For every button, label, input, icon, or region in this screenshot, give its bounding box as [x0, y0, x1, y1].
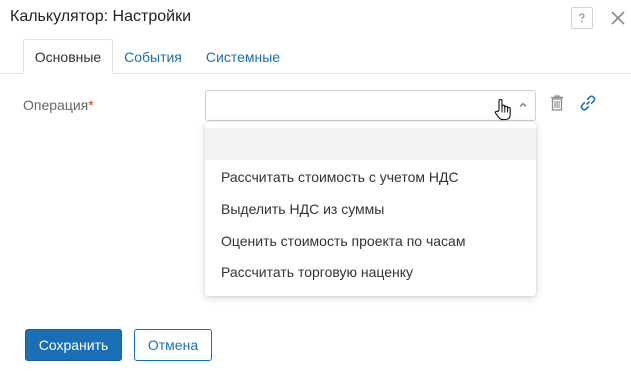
tab-bar: Основные События Системные [0, 39, 631, 74]
operation-label-text: Операция [23, 97, 89, 113]
save-button[interactable]: Сохранить [25, 329, 122, 361]
operation-select[interactable] [205, 90, 536, 121]
close-button[interactable] [606, 6, 630, 30]
tab-events[interactable]: События [117, 39, 189, 74]
dropdown-option[interactable]: Рассчитать торговую наценку [205, 256, 536, 288]
chevron-up-icon [519, 102, 527, 107]
settings-dialog: Калькулятор: Настройки Основные События … [0, 0, 631, 373]
dropdown-option-empty[interactable] [205, 128, 536, 160]
help-icon [579, 13, 585, 23]
cancel-button[interactable]: Отмена [134, 329, 212, 361]
link-icon [580, 95, 596, 111]
dropdown-option[interactable]: Рассчитать стоимость с учетом НДС [205, 161, 536, 193]
dropdown-option[interactable]: Оценить стоимость проекта по часам [205, 225, 536, 257]
trash-icon [551, 95, 563, 111]
tab-main[interactable]: Основные [23, 39, 113, 74]
hand-cursor-icon [494, 99, 511, 121]
dialog-title: Калькулятор: Настройки [10, 8, 192, 25]
dropdown-option[interactable]: Выделить НДС из суммы [205, 193, 536, 225]
help-button[interactable] [571, 7, 593, 29]
close-icon [611, 11, 625, 25]
operation-label: Операция* [23, 97, 94, 113]
tab-system[interactable]: Системные [198, 39, 288, 74]
operation-dropdown: Рассчитать стоимость с учетом НДС Выдели… [205, 122, 536, 296]
delete-button[interactable] [549, 94, 565, 117]
link-button[interactable] [579, 94, 597, 117]
required-mark: * [88, 97, 94, 113]
